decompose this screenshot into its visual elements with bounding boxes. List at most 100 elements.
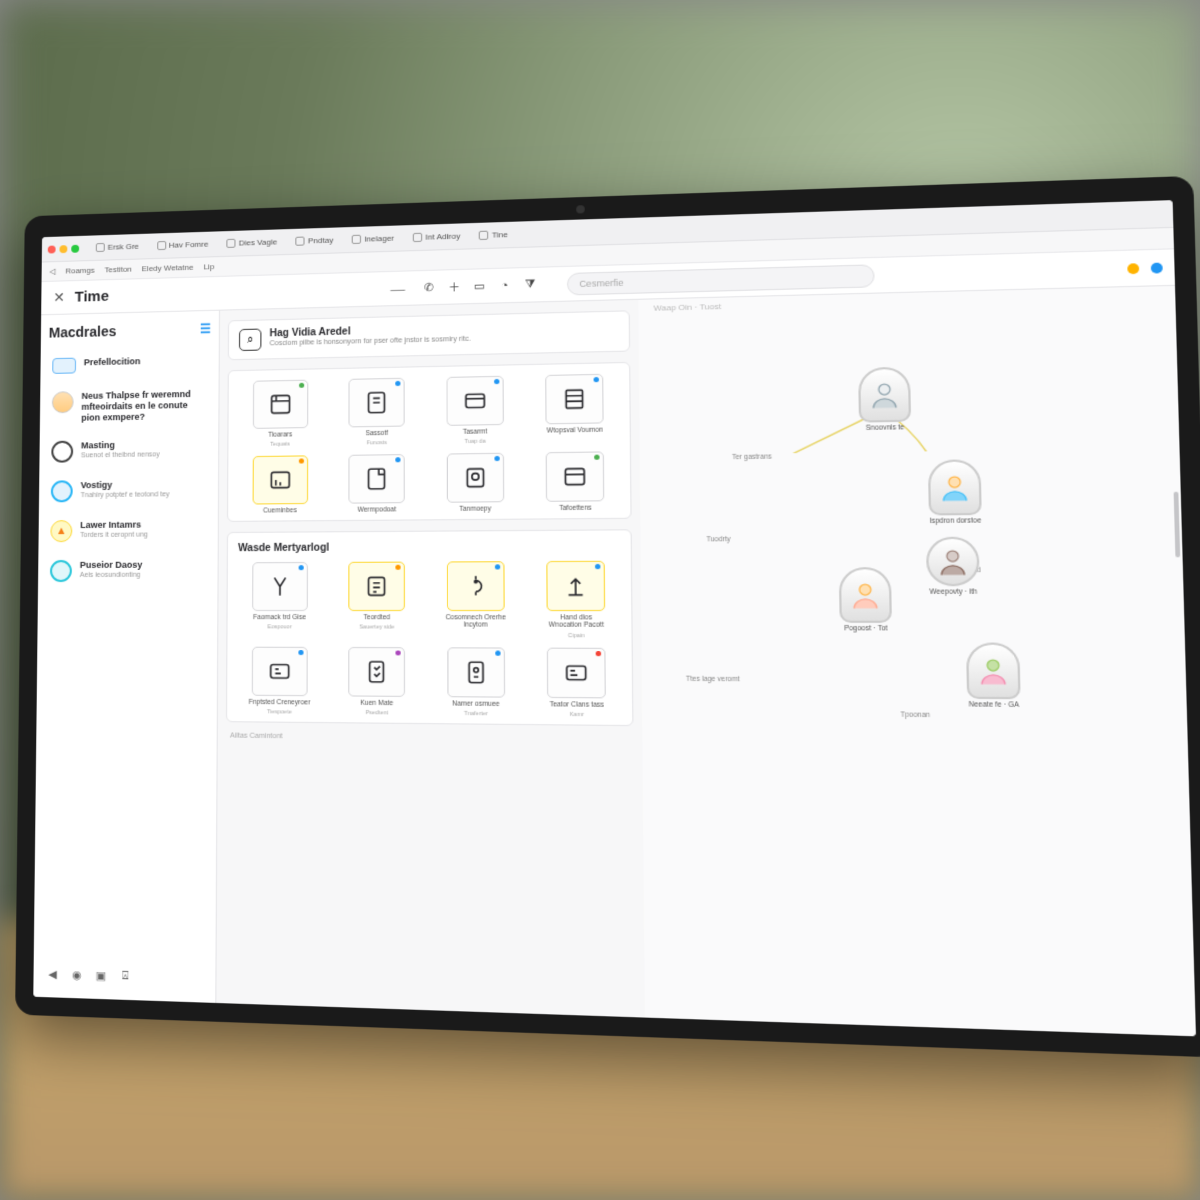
toolbar: ✆ ＋ ▭ ◔ ⧩ bbox=[422, 277, 538, 294]
template-card[interactable]: Tafoettens bbox=[529, 451, 622, 512]
card-sublabel: Eospouor bbox=[267, 625, 291, 631]
clock-icon[interactable]: ◔ bbox=[497, 278, 512, 293]
graph-panel[interactable]: Waap Oin · Tuost Ter gastrans Tuodrty Tt… bbox=[638, 286, 1196, 1036]
favicon-icon bbox=[96, 243, 105, 252]
card-label: Tioarars bbox=[268, 431, 292, 439]
card-sublabel: Sauertey side bbox=[359, 625, 394, 631]
graph-node[interactable]: Pogoost · Tot bbox=[839, 567, 892, 632]
card-label: Cosomnech Orerhe lncytom bbox=[444, 614, 508, 629]
template-card[interactable]: Tioarars Tequats bbox=[237, 379, 325, 448]
sidebar-item-sub: Torders it ceropnt ung bbox=[80, 531, 206, 540]
sidebar-item-sub: Suenot el theibnd nensoy bbox=[81, 451, 206, 461]
template-card[interactable]: SassotfFunosts bbox=[332, 377, 421, 447]
card-label: Hand dios Wnocation Pacott bbox=[544, 614, 609, 629]
brand-text: Macdrales bbox=[49, 323, 117, 340]
sidebar-item-lower[interactable]: ▲ Lawer IntamrsTorders it ceropnt ung bbox=[46, 513, 209, 548]
collapse-icon[interactable]: ― bbox=[390, 280, 405, 297]
template-card[interactable]: Tanmoepy bbox=[430, 453, 521, 514]
sidebar-item-label: Prefellocition bbox=[84, 355, 207, 368]
phone-icon[interactable]: ✆ bbox=[422, 280, 437, 295]
favicon-icon bbox=[479, 231, 489, 240]
target-icon[interactable]: ◉ bbox=[70, 967, 84, 982]
sidebar: Macdrales ☰ Prefellocition Neus Thalpse … bbox=[33, 311, 220, 1003]
card-sublabel: Tiespoete bbox=[267, 709, 292, 715]
card-label: Teordted bbox=[364, 614, 391, 621]
scrollbar[interactable] bbox=[1174, 492, 1181, 558]
sidebar-item-vostigy[interactable]: VostigyTnahiry potptef e teotond tey bbox=[47, 473, 210, 509]
browser-tab[interactable]: Inelager bbox=[347, 231, 400, 246]
browser-tab[interactable]: Hav Fomre bbox=[152, 237, 214, 252]
graph-node[interactable]: Ispdron dorstoe bbox=[928, 459, 982, 525]
sidebar-item-pref[interactable]: Prefellocition bbox=[48, 349, 210, 380]
lock-icon[interactable]: ⍓ bbox=[118, 969, 132, 984]
template-card[interactable]: Cosomnech Orerhe lncytom bbox=[430, 561, 521, 638]
zoom-dot[interactable] bbox=[71, 244, 79, 252]
pin-icon bbox=[298, 649, 303, 654]
calendar-icon[interactable]: ▭ bbox=[472, 279, 487, 294]
template-card[interactable]: TasarmtTuap da bbox=[430, 375, 521, 445]
graph-node[interactable]: Snoovnis te bbox=[858, 367, 911, 432]
card-tile bbox=[253, 380, 308, 429]
favicon-icon bbox=[413, 233, 422, 242]
filter-icon[interactable]: ⧩ bbox=[523, 277, 538, 292]
pin-icon bbox=[494, 456, 499, 461]
card-sublabel: Kamr bbox=[570, 711, 584, 717]
menu-icon[interactable]: ☰ bbox=[200, 322, 211, 336]
window-controls[interactable] bbox=[48, 244, 79, 253]
bookmark-item[interactable]: Testiton bbox=[104, 265, 131, 275]
notification-badge[interactable] bbox=[1127, 263, 1139, 274]
card-tile bbox=[546, 452, 605, 502]
graph-node[interactable]: Weepovty · ith bbox=[926, 537, 980, 596]
template-card[interactable]: Wtopsval Voumon bbox=[529, 373, 621, 444]
browser-tab[interactable]: Int Adiroy bbox=[408, 229, 466, 244]
browser-tab[interactable]: Tine bbox=[474, 228, 513, 242]
card-sublabel: Tequats bbox=[270, 442, 290, 448]
bookmark-item[interactable]: Lip bbox=[204, 262, 215, 271]
bookmark-item[interactable]: Eledy Wetatne bbox=[142, 263, 194, 273]
template-card[interactable]: Cueminbes bbox=[236, 455, 324, 515]
pin-icon bbox=[396, 565, 401, 570]
avatar-icon bbox=[928, 459, 982, 515]
close-icon[interactable]: ✕ bbox=[51, 289, 67, 306]
bookmark-item[interactable]: Roamgs bbox=[65, 266, 94, 276]
search-input[interactable]: Cesmerfie bbox=[567, 264, 875, 295]
card-tile bbox=[447, 647, 505, 697]
card-label: Teator Clans tass bbox=[549, 701, 604, 709]
minimize-dot[interactable] bbox=[59, 245, 67, 253]
pin-icon bbox=[495, 565, 500, 570]
node-label: Neeate fe · GA bbox=[969, 701, 1020, 709]
template-card[interactable]: Wermpodoat bbox=[332, 454, 421, 514]
pin-icon bbox=[298, 565, 303, 570]
pin-icon bbox=[596, 650, 601, 655]
sidebar-item-puseior[interactable]: Puseior DaosyAeis ieosundionting bbox=[46, 554, 210, 589]
sidebar-item-masting[interactable]: MastingSuenot el theibnd nensoy bbox=[47, 433, 210, 469]
card-tile bbox=[547, 561, 606, 611]
browser-tab[interactable]: Dies Vagle bbox=[221, 235, 282, 250]
template-card[interactable]: Kuen MatePsedtent bbox=[332, 646, 422, 716]
template-card[interactable]: Teordted Sauertey side bbox=[332, 562, 422, 639]
add-icon[interactable]: ＋ bbox=[447, 280, 462, 295]
pin-icon bbox=[494, 379, 499, 384]
pin-icon bbox=[595, 564, 600, 569]
edge-label: Tpoonan bbox=[900, 711, 930, 719]
chevron-left-icon[interactable]: ◀ bbox=[45, 966, 59, 981]
browser-tab[interactable]: Pndtay bbox=[290, 233, 338, 247]
graph-node[interactable]: Neeate fe · GA bbox=[966, 642, 1021, 709]
template-card[interactable]: Hand dios Wnocation PacottCipain bbox=[530, 561, 623, 639]
template-card[interactable]: Faomack trd GiseEospouor bbox=[236, 562, 324, 638]
panel-title: Wasde Mertyarlogl bbox=[236, 541, 622, 554]
briefcase-icon[interactable]: ▣ bbox=[94, 968, 108, 983]
card-tile bbox=[349, 647, 406, 697]
edge-label: Ttes lage veromt bbox=[686, 676, 740, 684]
template-card[interactable]: Fnptsted CreneyroerTiespoete bbox=[235, 646, 324, 715]
sidebar-item-user[interactable]: Neus Thalpse fr weremnd mfteoirdaits en … bbox=[48, 383, 211, 430]
nav-back-icon[interactable]: ◁ bbox=[49, 267, 55, 276]
close-dot[interactable] bbox=[48, 245, 56, 253]
card-sublabel: Tuap da bbox=[464, 439, 485, 445]
template-card[interactable]: Teator Clans tass Kamr bbox=[530, 647, 623, 718]
browser-tab[interactable]: Ersk Gre bbox=[91, 240, 144, 254]
card-tile bbox=[447, 561, 505, 611]
profile-badge[interactable] bbox=[1151, 262, 1163, 273]
tab-label: Tine bbox=[492, 230, 508, 240]
template-card[interactable]: Namer osmueeTnaferter bbox=[430, 647, 522, 718]
